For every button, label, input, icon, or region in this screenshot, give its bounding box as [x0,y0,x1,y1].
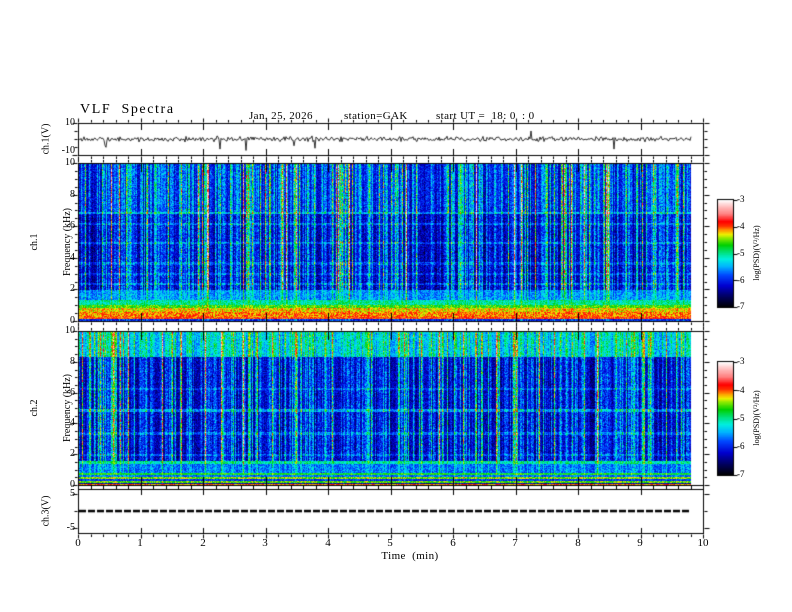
ch3-ytick: -5 [66,522,75,533]
spec2-axis-label: ch.2 Frequency (kHz) [7,374,95,442]
xtick: 8 [575,537,581,549]
cb2-tick: -4 [737,385,745,395]
ch1-ytick: 10 [65,117,75,128]
station-label: station=GAK [344,110,408,122]
time-axis-label: Time (min) [381,550,439,562]
xtick: 1 [137,537,143,549]
cb1-axis-label: log(PSD)(V²/Hz) [752,225,761,281]
xtick: 3 [262,537,268,549]
plot-title: VLF Spectra [80,102,175,117]
ch3-ytick: 5 [70,488,75,499]
vlf-spectra-page: VLF Spectra Jan. 25, 2026 station=GAK st… [0,0,792,612]
ch3-axis-label: ch.3(V) [40,495,52,527]
spec1-ytick: 4 [70,252,75,263]
cb1-tick: -4 [737,221,745,231]
xtick: 0 [75,537,81,549]
xtick: 7 [512,537,518,549]
spec1-axis-label-freq: Frequency (kHz) [62,207,73,277]
spec1-ytick: 8 [70,189,75,200]
xtick: 5 [387,537,393,549]
xtick: 2 [200,537,206,549]
cb2-tick: -5 [737,413,745,423]
spec2-ytick: 8 [70,356,75,367]
cb2-tick: -6 [737,441,745,451]
spec2-axis-label-freq: Frequency (kHz) [62,373,73,443]
spec1-ytick: 2 [70,283,75,294]
xtick: 9 [637,537,643,549]
cb2-tick: -3 [737,356,745,366]
xtick: 4 [325,537,331,549]
cb1-tick: -6 [737,275,745,285]
spec2-ytick: 2 [70,448,75,459]
plot-canvas [0,0,792,612]
xtick: 6 [450,537,456,549]
xtick: 10 [697,537,709,549]
start-ut-label: start UT = 18: 0 : 0 [436,110,535,122]
spec2-axis-label-ch: ch.2 [29,399,40,417]
cb1-tick: -7 [737,301,745,311]
spec1-axis-label: ch.1 Frequency (kHz) [7,208,95,276]
cb1-tick: -5 [737,248,745,258]
cb2-axis-label: log(PSD)(V²/Hz) [752,390,761,446]
spec1-axis-label-ch: ch.1 [29,233,40,251]
spec2-ytick: 4 [70,417,75,428]
date-label: Jan. 25, 2026 [249,110,313,122]
cb2-tick: -7 [737,469,745,479]
spec1-ytick: 10 [65,157,75,168]
spec2-ytick: 6 [70,387,75,398]
spec1-ytick: 6 [70,220,75,231]
spec2-ytick: 10 [65,325,75,336]
cb1-tick: -3 [737,194,745,204]
ch1-ytick: -10 [61,145,75,156]
